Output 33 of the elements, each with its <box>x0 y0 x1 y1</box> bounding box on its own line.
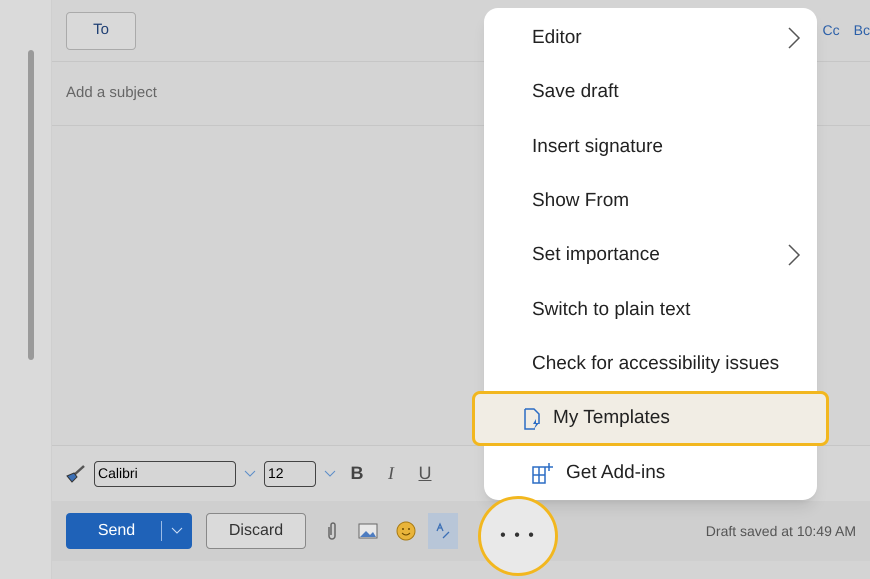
menu-item[interactable]: Editor <box>484 11 817 66</box>
bold-button[interactable]: B <box>344 460 370 487</box>
size-field[interactable]: 12 <box>264 460 316 486</box>
menu-item[interactable]: My Templates <box>472 391 829 446</box>
to-button[interactable]: To <box>66 12 136 50</box>
menu-item[interactable]: Save draft <box>484 65 817 120</box>
chevron-right-icon <box>787 243 801 268</box>
menu-item[interactable]: Insert signature <box>484 120 817 174</box>
menu-item[interactable]: Check for accessibility issues <box>484 336 817 392</box>
draft-status: Draft saved at 10:49 AM <box>706 522 856 540</box>
font-field[interactable]: Calibri <box>94 460 236 486</box>
italic-button[interactable]: I <box>378 460 404 487</box>
scrollbar[interactable] <box>28 50 34 360</box>
pen-icon <box>435 522 451 540</box>
smiley-icon[interactable] <box>396 521 416 541</box>
underline-button[interactable]: U <box>412 460 438 487</box>
chevron-down-icon[interactable] <box>324 470 336 478</box>
menu-item[interactable]: Switch to plain text <box>484 282 817 337</box>
chevron-right-icon <box>787 26 801 50</box>
menu-item[interactable]: Show From <box>484 174 817 228</box>
menu-item[interactable]: Set importance <box>484 228 817 283</box>
paperclip-icon[interactable] <box>326 521 338 541</box>
discard-button[interactable]: Discard <box>206 513 306 549</box>
subject-field[interactable]: Add a subject <box>66 82 366 105</box>
cc-link[interactable]: Cc <box>822 20 840 41</box>
document-icon <box>523 408 541 430</box>
bcc-link[interactable]: Bc <box>854 20 870 41</box>
image-icon[interactable] <box>358 523 378 539</box>
chevron-down-icon[interactable] <box>244 470 256 478</box>
editor-button[interactable] <box>428 513 458 549</box>
paintbrush-icon[interactable] <box>64 464 86 484</box>
send-button[interactable]: Send <box>66 513 192 549</box>
add-grid-icon <box>532 462 554 484</box>
